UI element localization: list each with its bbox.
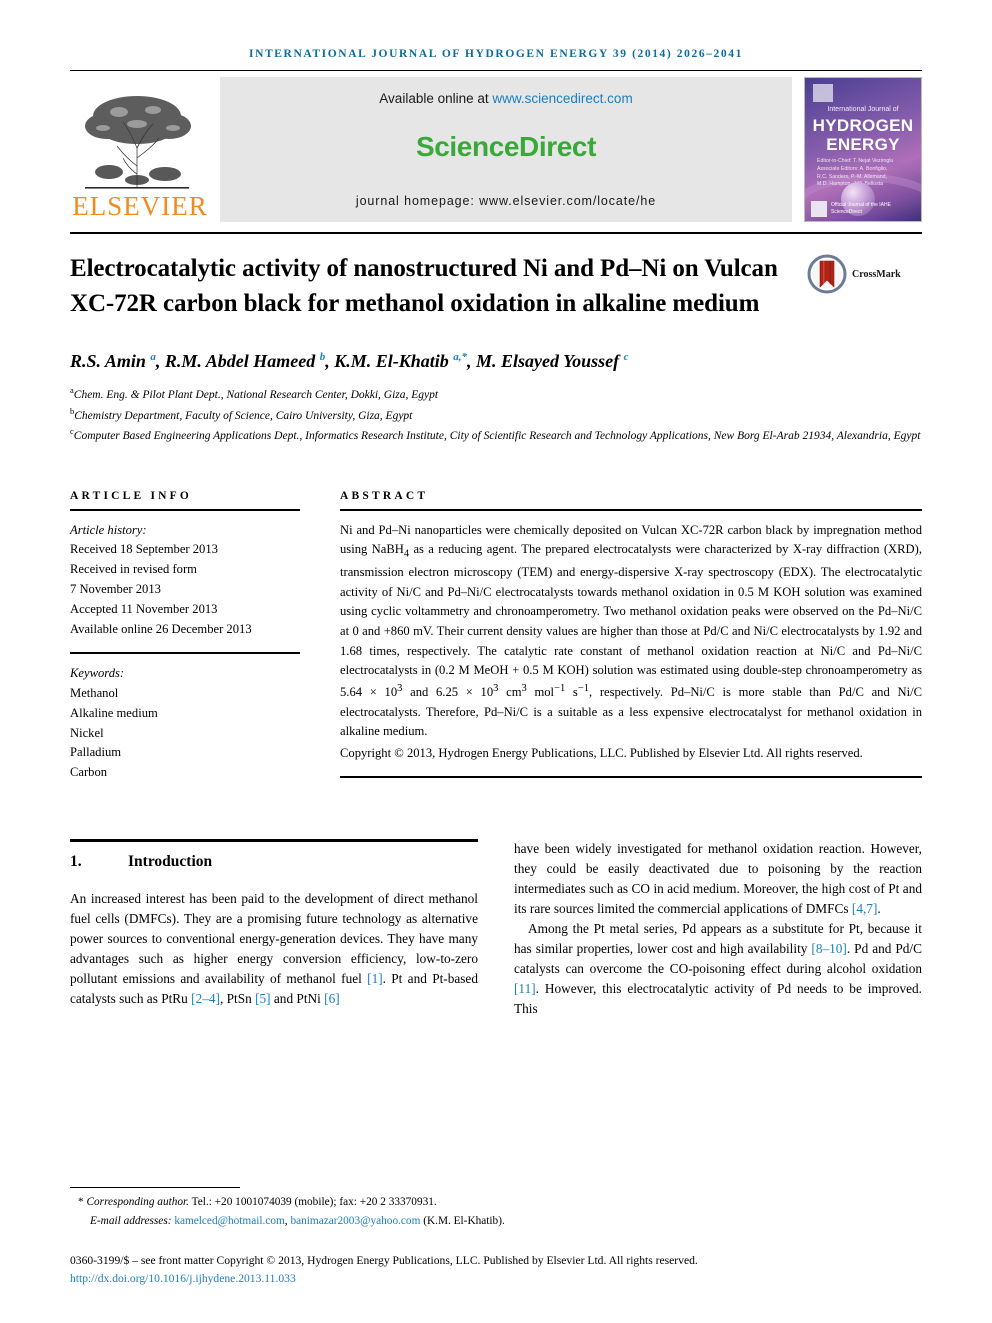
body-column-left: 1. Introduction An increased interest ha… [70,839,478,1018]
abstract-copyright: Copyright © 2013, Hydrogen Energy Public… [340,746,863,761]
journal-homepage-line: journal homepage: www.elsevier.com/locat… [355,194,657,208]
email-link-2[interactable]: banimazar2003@yahoo.com [290,1215,420,1227]
intro-paragraph-1-cont: have been widely investigated for methan… [514,841,922,917]
email-suffix: (K.M. El-Khatib). [423,1214,505,1227]
abstract-divider [340,508,922,511]
keywords-divider [70,651,300,654]
keyword-alkaline-medium: Alkaline medium [70,705,158,720]
history-accepted: Accepted 11 November 2013 [70,602,218,617]
article-info-column: Article info Article history: Received 1… [70,490,300,784]
cover-title-line2: ENERGY [826,135,900,154]
history-available-online: Available online 26 December 2013 [70,622,252,636]
keyword-palladium: Palladium [70,745,122,760]
corresponding-author-note: * Corresponding author. Tel.: +20 100107… [70,1193,922,1230]
info-abstract-section: Article info Article history: Received 1… [70,490,922,784]
affiliation-b: bChemistry Department, Faculty of Scienc… [70,405,413,422]
elsevier-tree-icon [85,96,191,189]
journal-cover-thumbnail: International Journal of HYDROGEN ENERGY… [804,77,922,222]
crossmark-label: CrossMark [852,268,901,280]
keywords-block: Keywords: Methanol Alkaline medium Nicke… [70,664,300,783]
keyword-methanol: Methanol [70,685,119,700]
keywords-label: Keywords: [70,665,125,680]
footnote-rule [70,1187,240,1189]
copyright-block: 0360-3199/$ – see front matter Copyright… [70,1252,922,1289]
keyword-nickel: Nickel [70,725,104,740]
body-column-right: have been widely investigated for methan… [514,839,922,1018]
history-revised-label: Received in revised form [70,562,197,577]
paper-page: International Journal of Hydrogen Energy… [0,0,992,1323]
history-received: Received 18 September 2013 [70,542,218,557]
journal-running-head: International Journal of Hydrogen Energy… [249,48,743,60]
cover-footer: Official Journal of the IAHE ScienceDirec… [811,201,915,217]
header-divider [70,70,922,71]
page-title: Electrocatalytic activity of nanostructu… [70,255,778,317]
title-row: Electrocatalytic activity of nanostructu… [70,252,922,321]
article-history-block: Article history: Received 18 September 2… [70,521,300,640]
introduction-heading: 1. Introduction [70,853,478,871]
author-list: R.S. Amin a, R.M. Abdel Hameed b, K.M. E… [70,351,629,371]
intro-paragraph-1: An increased interest has been paid to t… [70,891,478,1006]
abstract-heading: Abstract [340,489,429,502]
sciencedirect-link[interactable]: www.sciencedirect.com [492,91,632,106]
intro-paragraph-2: Among the Pt metal series, Pd appears as… [514,920,922,1016]
masthead-bottom-divider [70,232,922,234]
sciencedirect-panel: Available online at www.sciencedirect.co… [220,77,792,222]
cover-publisher-mark [813,84,833,102]
crossmark-icon [807,254,847,294]
introduction-text-right: have been widely investigated for methan… [514,839,922,1018]
elsevier-logo: ELSEVIER [70,77,210,222]
elsevier-wordmark: ELSEVIER [72,191,208,221]
section-title: Introduction [128,853,213,871]
affiliation-c: cComputer Based Engineering Applications… [70,426,921,442]
page-footer: * Corresponding author. Tel.: +20 100107… [70,1187,922,1289]
email-label: E-mail addresses: [90,1214,172,1227]
introduction-text-left: An increased interest has been paid to t… [70,889,478,1009]
email-line: E-mail addresses: kamelced@hotmail.com, … [70,1212,922,1230]
article-history-label: Article history: [70,522,147,537]
abstract-column: Abstract Ni and Pd–Ni nanoparticles were… [340,490,922,784]
email-link-1[interactable]: kamelced@hotmail.com [174,1215,284,1227]
abstract-bottom-divider [340,775,922,778]
available-online-text: Available online at [379,91,493,106]
cover-footer-text: Official Journal of the IAHE ScienceDirec… [831,202,891,215]
abstract-paragraph: Ni and Pd–Ni nanoparticles were chemical… [340,522,922,739]
available-online-line: Available online at www.sciencedirect.co… [379,91,632,106]
masthead: ELSEVIER Available online at www.science… [70,77,922,222]
keyword-carbon: Carbon [70,765,108,780]
cover-title-line1: HYDROGEN [812,116,914,135]
issn-copyright-line: 0360-3199/$ – see front matter Copyright… [70,1253,698,1267]
article-info-heading: Article info [70,489,193,502]
crossmark-badge[interactable]: CrossMark [807,252,922,294]
section-number: 1. [70,853,82,871]
cover-association-logo-icon [811,201,827,217]
abstract-body: Ni and Pd–Ni nanoparticles were chemical… [340,521,922,764]
affiliation-list: aChem. Eng. & Pilot Plant Dept., Nationa… [70,384,922,445]
doi-link[interactable]: http://dx.doi.org/10.1016/j.ijhydene.201… [70,1272,296,1285]
cover-subtitle: International Journal of [827,106,899,113]
article-info-divider [70,508,300,511]
history-revised-date: 7 November 2013 [70,582,161,597]
affiliation-a: aChem. Eng. & Pilot Plant Dept., Nationa… [70,385,439,402]
body-columns: 1. Introduction An increased interest ha… [70,839,922,1018]
sciencedirect-wordmark: ScienceDirect [415,131,596,162]
introduction-top-rule [70,839,478,843]
corresponding-author-line: * Corresponding author. Tel.: +20 100107… [78,1196,437,1209]
